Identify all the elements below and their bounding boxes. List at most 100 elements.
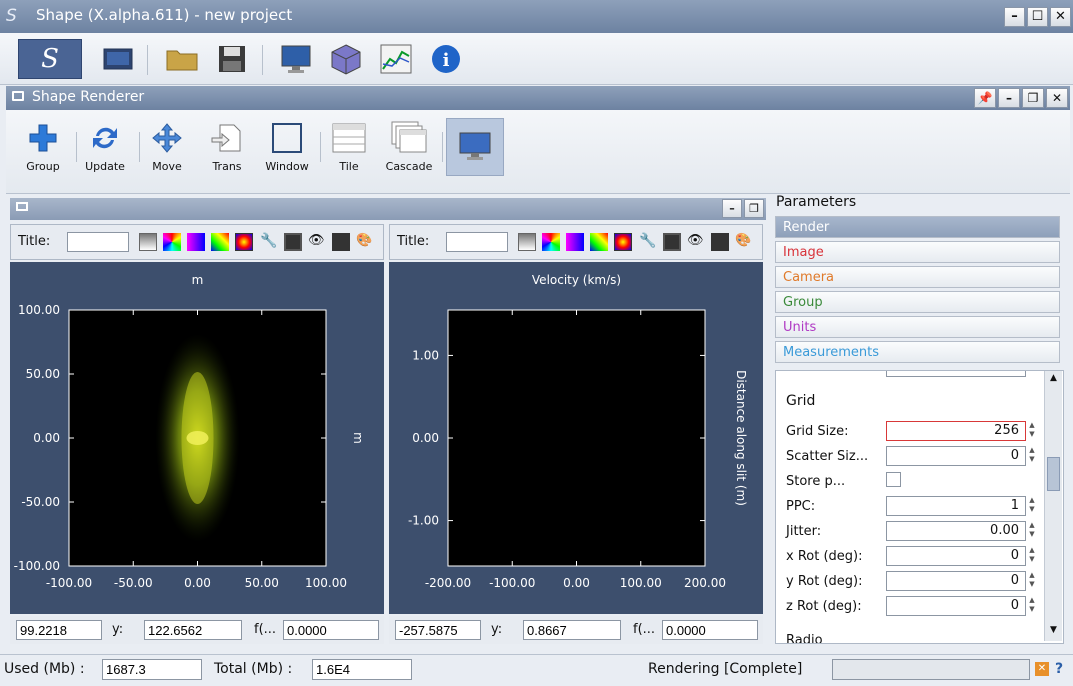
z-rot-stepper[interactable]: ▲ ▼ — [1026, 596, 1038, 616]
store-p-checkbox[interactable] — [886, 472, 901, 487]
open-folder-button[interactable] — [162, 39, 202, 79]
image-export-icon[interactable] — [284, 233, 302, 251]
grid-size-input[interactable]: 256 — [886, 421, 1026, 441]
x-tick-label: -100.00 — [489, 576, 535, 590]
floppy-disk-icon[interactable] — [711, 233, 729, 251]
heat-map-icon[interactable] — [614, 233, 632, 251]
right-plot-area[interactable]: Velocity (km/s) -200.00 -100.00 0.00 100.00 2… — [389, 262, 763, 614]
left-plot-area[interactable]: m -100.00 -50.00 0.00 50.00 100.00 100.00 50.00… — [10, 262, 384, 614]
magenta-map-icon[interactable] — [566, 233, 584, 251]
left-f-readout[interactable] — [283, 620, 379, 640]
scrollbar-thumb[interactable] — [1047, 457, 1060, 491]
y-rot-stepper[interactable]: ▲ ▼ — [1026, 571, 1038, 591]
wrench-icon[interactable]: 🔧 — [260, 233, 278, 251]
left-readout-bar: y: f(... — [10, 616, 384, 644]
monitor-icon — [16, 202, 28, 211]
renderer-minimize-button[interactable]: – — [998, 88, 1020, 108]
right-title-input[interactable] — [446, 232, 508, 252]
model-3d-button[interactable] — [326, 39, 366, 79]
palette-icon[interactable]: 🎨 — [356, 233, 374, 251]
y-tick-label: 0.00 — [412, 431, 439, 445]
spectrum-map-icon[interactable] — [211, 233, 229, 251]
console-button[interactable] — [98, 39, 138, 79]
floppy-disk-icon[interactable] — [332, 233, 350, 251]
y-tick-label: -1.00 — [408, 514, 439, 528]
stop-icon[interactable]: ✕ — [1035, 662, 1049, 676]
tab-camera[interactable]: Camera — [775, 266, 1060, 288]
maximize-button[interactable]: ☐ — [1027, 7, 1048, 27]
rainbow-map-icon[interactable] — [542, 233, 560, 251]
left-y-readout[interactable] — [144, 620, 242, 640]
folder-icon — [166, 50, 198, 71]
wrench-icon[interactable]: 🔧 — [639, 233, 657, 251]
parameters-scrollbar[interactable]: ▲ ▼ — [1044, 371, 1062, 641]
info-button[interactable]: i — [426, 39, 466, 79]
tab-units[interactable]: Units — [775, 316, 1060, 338]
eye-icon[interactable]: 👁 — [308, 233, 326, 251]
pin-button[interactable]: 📌 — [974, 88, 996, 108]
window-tool-label: Window — [265, 160, 309, 173]
eye-icon[interactable]: 👁 — [687, 233, 705, 251]
pin-icon: 📌 — [977, 91, 993, 105]
minimize-button[interactable]: – — [1004, 7, 1025, 27]
magenta-map-icon[interactable] — [187, 233, 205, 251]
grayscale-map-icon[interactable] — [518, 233, 536, 251]
renderer-close-button[interactable]: ✕ — [1046, 88, 1068, 108]
tab-render[interactable]: Render — [775, 216, 1060, 238]
right-y-readout[interactable] — [523, 620, 621, 640]
renderer-title-bar: Shape Renderer 📌 – ❐ ✕ — [6, 86, 1070, 110]
tab-group[interactable]: Group — [775, 291, 1060, 313]
frame-minimize-button[interactable]: – — [722, 199, 742, 218]
jitter-input[interactable]: 0.00 — [886, 521, 1026, 541]
right-f-readout[interactable] — [662, 620, 758, 640]
right-chart[interactable]: Velocity (km/s) -200.00 -100.00 0.00 100.00 2… — [389, 262, 763, 614]
palette-icon[interactable]: 🎨 — [735, 233, 753, 251]
right-x-readout[interactable] — [395, 620, 481, 640]
grayscale-map-icon[interactable] — [139, 233, 157, 251]
tile-tool-label: Tile — [339, 160, 359, 173]
renderer-button[interactable] — [276, 39, 316, 79]
trans-tool-label: Trans — [212, 160, 242, 173]
rainbow-map-icon[interactable] — [163, 233, 181, 251]
plot-button[interactable] — [376, 39, 416, 79]
screen-view-button[interactable] — [446, 118, 504, 176]
x-tick-label: -50.00 — [114, 576, 153, 590]
tab-image[interactable]: Image — [775, 241, 1060, 263]
scatter-size-stepper[interactable]: ▲ ▼ — [1026, 446, 1038, 466]
spectrum-map-icon[interactable] — [590, 233, 608, 251]
ppc-stepper[interactable]: ▲ ▼ — [1026, 496, 1038, 516]
move-tool-button[interactable]: Move — [137, 116, 197, 182]
trans-tool-button[interactable]: Trans — [197, 116, 257, 182]
x-rot-stepper[interactable]: ▲ ▼ — [1026, 546, 1038, 566]
heat-map-icon[interactable] — [235, 233, 253, 251]
shape-home-button[interactable]: S — [18, 39, 82, 79]
left-chart[interactable]: m -100.00 -50.00 0.00 50.00 100.00 100.00 50.00… — [10, 262, 384, 614]
help-icon[interactable]: ? — [1055, 661, 1063, 677]
z-rot-input[interactable]: 0 — [886, 596, 1026, 616]
scroll-down-icon[interactable]: ▼ — [1047, 625, 1060, 638]
update-tool-button[interactable]: Update — [75, 116, 135, 182]
image-export-icon[interactable] — [663, 233, 681, 251]
ppc-input[interactable]: 1 — [886, 496, 1026, 516]
left-x-readout[interactable] — [16, 620, 102, 640]
close-button[interactable]: ✕ — [1050, 7, 1071, 27]
x-tick-label: 100.00 — [620, 576, 662, 590]
tab-measurements[interactable]: Measurements — [775, 341, 1060, 363]
refresh-icon — [93, 127, 117, 149]
left-title-input[interactable] — [67, 232, 129, 252]
y-rot-input[interactable]: 0 — [886, 571, 1026, 591]
renderer-restore-button[interactable]: ❐ — [1022, 88, 1044, 108]
jitter-stepper[interactable]: ▲ ▼ — [1026, 521, 1038, 541]
scatter-size-input[interactable]: 0 — [886, 446, 1026, 466]
x-rot-input[interactable]: 0 — [886, 546, 1026, 566]
window-icon — [272, 123, 302, 153]
save-button[interactable] — [212, 39, 252, 79]
group-tool-button[interactable]: Group — [13, 116, 73, 182]
grid-size-stepper[interactable]: ▲ ▼ — [1026, 421, 1038, 441]
x-tick-label: -100.00 — [46, 576, 92, 590]
window-tool-button[interactable]: Window — [257, 116, 317, 182]
scroll-up-icon[interactable]: ▲ — [1047, 373, 1060, 386]
tile-tool-button[interactable]: Tile — [319, 116, 379, 182]
frame-restore-button[interactable]: ❐ — [744, 199, 764, 218]
cascade-tool-button[interactable]: Cascade — [379, 116, 439, 182]
